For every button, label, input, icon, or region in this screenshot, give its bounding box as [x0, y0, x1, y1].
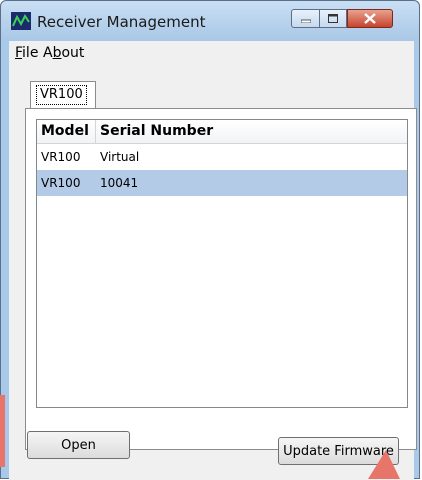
tab-vr100-label: VR100 [36, 85, 87, 105]
receiver-management-window: Receiver Management File About VR100 Mod… [0, 0, 420, 480]
title-bar[interactable]: Receiver Management [1, 1, 419, 41]
list-row[interactable]: VR100 Virtual [37, 144, 407, 170]
annotation-arrow-icon [368, 450, 400, 479]
minimize-button[interactable] [291, 9, 320, 28]
open-button[interactable]: Open [27, 431, 130, 459]
menu-about[interactable]: About [43, 45, 84, 61]
row-serial: Virtual [100, 150, 140, 164]
menu-bar: File About [9, 41, 414, 63]
tab-panel: Model Serial Number VR100 Virtual VR100 … [25, 108, 417, 450]
close-icon [364, 13, 376, 24]
list-header: Model Serial Number [37, 120, 407, 144]
list-row-selected[interactable]: VR100 10041 [37, 170, 407, 196]
menu-file-rest: ile [22, 45, 39, 61]
chart-window-icon [11, 12, 31, 30]
row-serial: 10041 [100, 176, 139, 190]
menu-file[interactable]: File [15, 45, 38, 61]
maximize-button[interactable] [319, 9, 347, 28]
menu-file-mnemonic: F [15, 45, 23, 61]
minimize-icon [300, 19, 311, 23]
menu-about-rest: out [61, 45, 85, 61]
tab-vr100[interactable]: VR100 [30, 81, 96, 109]
column-header-serial-number[interactable]: Serial Number [96, 120, 408, 143]
annotation-bar [0, 395, 5, 467]
window-client-area: File About VR100 Model Serial Number VR1… [9, 41, 417, 480]
menu-about-prefix: A [43, 45, 53, 61]
window-title: Receiver Management [37, 13, 206, 31]
row-model: VR100 [41, 150, 81, 164]
row-model: VR100 [41, 176, 81, 190]
column-header-model[interactable]: Model [37, 120, 96, 143]
receiver-list[interactable]: Model Serial Number VR100 Virtual VR100 … [36, 119, 408, 408]
close-button[interactable] [347, 9, 393, 28]
maximize-icon [328, 14, 338, 23]
